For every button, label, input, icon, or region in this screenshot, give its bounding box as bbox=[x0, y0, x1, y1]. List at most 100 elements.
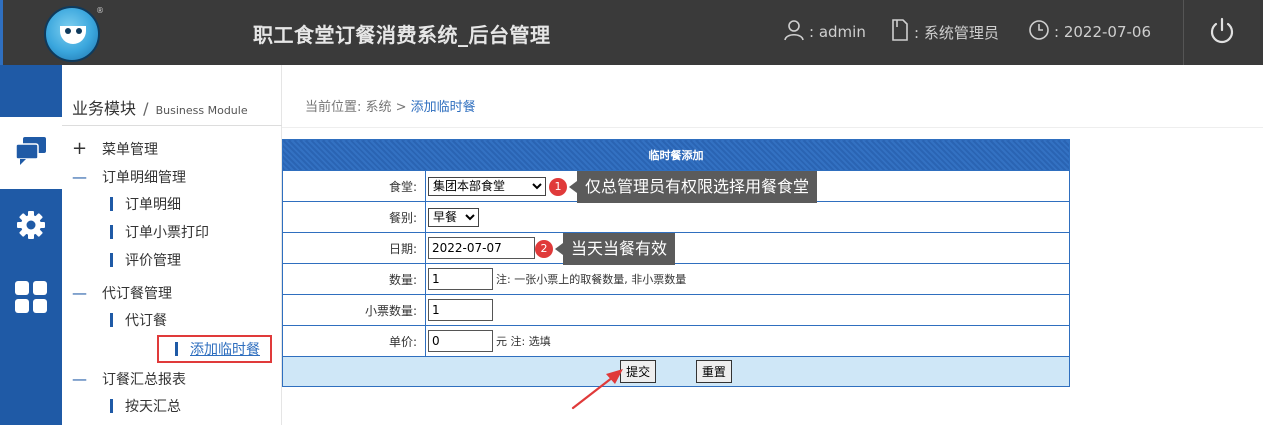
logo-eye-right bbox=[76, 28, 82, 34]
canteen-label: 食堂: bbox=[282, 170, 426, 202]
annotation-badge-1: 1 bbox=[549, 178, 567, 196]
form-row-price: 单价: 元 注: 选填 bbox=[282, 325, 1070, 357]
form-title-row: 临时餐添加 bbox=[282, 139, 1070, 171]
menu-proxy-order-management[interactable]: — 代订餐管理 bbox=[72, 283, 172, 303]
collapse-minus-icon: — bbox=[72, 370, 87, 388]
ticket-count-input[interactable] bbox=[428, 299, 493, 321]
sub-item-label: 订单明细 bbox=[125, 197, 181, 213]
menu-label: 代订餐管理 bbox=[102, 286, 172, 302]
sidebar-divider bbox=[62, 125, 282, 126]
ticket-count-cell bbox=[425, 294, 1070, 326]
menu-dish-management[interactable]: + 菜单管理 bbox=[72, 138, 158, 159]
sidebar-item-order-detail[interactable]: 订单明细 bbox=[110, 194, 181, 214]
price-note: 元 注: 选填 bbox=[496, 335, 551, 348]
form-row-meal: 餐别: 早餐 bbox=[282, 201, 1070, 233]
form-actions-row: 提交 重置 bbox=[282, 356, 1070, 387]
sub-item-label: 添加临时餐 bbox=[190, 342, 260, 358]
sub-item-label: 按天汇总 bbox=[125, 399, 181, 415]
quantity-input[interactable] bbox=[428, 268, 493, 290]
clock-icon bbox=[1028, 19, 1054, 45]
rail-item-settings[interactable] bbox=[0, 191, 62, 263]
sub-item-label: 代订餐 bbox=[125, 313, 167, 329]
sub-item-bar bbox=[110, 399, 113, 413]
header-date-text: : 2022-07-06 bbox=[1054, 23, 1151, 41]
sidebar-heading: 业务模块 / Business Module bbox=[72, 95, 248, 119]
annotation-tip-1: 仅总管理员有权限选择用餐食堂 bbox=[568, 171, 818, 203]
quantity-note: 注: 一张小票上的取餐数量, 非小票数量 bbox=[496, 273, 687, 286]
gear-icon bbox=[15, 209, 47, 245]
form-row-ticket-count: 小票数量: bbox=[282, 294, 1070, 326]
sidebar-item-daily-summary[interactable]: 按天汇总 bbox=[110, 396, 181, 416]
meal-cell: 早餐 bbox=[425, 201, 1070, 233]
annotation-arrow-icon bbox=[571, 369, 623, 410]
price-input[interactable] bbox=[428, 330, 493, 352]
header-username: : admin bbox=[809, 23, 866, 41]
expand-plus-icon: + bbox=[72, 138, 88, 159]
app-logo: ® bbox=[44, 6, 104, 62]
sub-item-label: 评价管理 bbox=[125, 253, 181, 269]
logo-face bbox=[60, 26, 86, 44]
logo-eye-left bbox=[65, 28, 71, 34]
sidebar-item-proxy-order[interactable]: 代订餐 bbox=[110, 310, 167, 330]
breadcrumb-prefix: 当前位置: 系统 > bbox=[305, 100, 411, 115]
header-accent-strip bbox=[0, 0, 3, 65]
logo-registered-mark: ® bbox=[96, 6, 104, 15]
person-icon bbox=[783, 19, 809, 45]
chat-bubbles-icon bbox=[14, 135, 48, 171]
sidebar-item-review-manage[interactable]: 评价管理 bbox=[110, 250, 181, 270]
reset-button[interactable]: 重置 bbox=[695, 360, 732, 383]
form-title: 临时餐添加 bbox=[282, 139, 1070, 171]
sub-item-bar bbox=[110, 225, 113, 239]
header-divider bbox=[1183, 0, 1184, 65]
canteen-select[interactable]: 集团本部食堂 bbox=[428, 176, 546, 196]
sub-item-bar bbox=[110, 253, 113, 267]
sidebar-heading-cn: 业务模块 bbox=[72, 99, 137, 118]
header-date: : 2022-07-06 bbox=[1028, 20, 1151, 44]
sidebar-heading-separator: / bbox=[143, 99, 149, 118]
document-icon bbox=[890, 19, 914, 45]
collapse-minus-icon: — bbox=[72, 284, 87, 302]
menu-label: 订单明细管理 bbox=[102, 170, 186, 186]
app-title: 职工食堂订餐消费系统_后台管理 bbox=[253, 23, 551, 47]
annotation-tip-2: 当天当餐有效 bbox=[554, 233, 676, 265]
menu-order-summary-report[interactable]: — 订餐汇总报表 bbox=[72, 369, 186, 389]
power-icon bbox=[1208, 17, 1236, 49]
sidebar: 业务模块 / Business Module + 菜单管理 — 订单明细管理 订单明… bbox=[62, 65, 282, 425]
quantity-cell: 注: 一张小票上的取餐数量, 非小票数量 bbox=[425, 263, 1070, 295]
form-row-quantity: 数量: 注: 一张小票上的取餐数量, 非小票数量 bbox=[282, 263, 1070, 295]
header-user: : admin bbox=[783, 20, 866, 44]
main-divider bbox=[282, 127, 1263, 128]
menu-label: 订餐汇总报表 bbox=[102, 372, 186, 388]
date-input[interactable] bbox=[428, 237, 535, 259]
header-role: : 系统管理员 bbox=[890, 19, 999, 45]
logout-button[interactable] bbox=[1205, 16, 1239, 50]
price-label: 单价: bbox=[282, 325, 426, 357]
menu-label: 菜单管理 bbox=[102, 142, 158, 158]
rail-item-apps[interactable] bbox=[0, 263, 62, 335]
sidebar-item-order-ticket-print[interactable]: 订单小票打印 bbox=[110, 222, 209, 242]
top-header: ® 职工食堂订餐消费系统_后台管理 : admin : 系统管理员 : 2022… bbox=[0, 0, 1263, 65]
grid-icon bbox=[14, 280, 48, 318]
menu-order-detail-management[interactable]: — 订单明细管理 bbox=[72, 167, 186, 187]
ticket-count-label: 小票数量: bbox=[282, 294, 426, 326]
collapse-minus-icon: — bbox=[72, 168, 87, 186]
price-cell: 元 注: 选填 bbox=[425, 325, 1070, 357]
date-label: 日期: bbox=[282, 232, 426, 264]
breadcrumb-current: 添加临时餐 bbox=[410, 100, 476, 115]
sub-item-label: 订单小票打印 bbox=[125, 225, 209, 241]
breadcrumb: 当前位置: 系统 > 添加临时餐 bbox=[305, 96, 476, 115]
meal-label: 餐别: bbox=[282, 201, 426, 233]
icon-rail bbox=[0, 65, 62, 425]
sub-item-bar bbox=[110, 313, 113, 327]
sidebar-heading-en: Business Module bbox=[155, 104, 248, 117]
sidebar-item-add-temp-meal[interactable]: 添加临时餐 bbox=[157, 335, 272, 363]
date-cell bbox=[425, 232, 1070, 264]
sub-item-bar bbox=[175, 342, 178, 356]
header-role-text: : 系统管理员 bbox=[914, 23, 999, 42]
quantity-label: 数量: bbox=[282, 263, 426, 295]
rail-item-business[interactable] bbox=[0, 117, 62, 189]
form-actions: 提交 重置 bbox=[282, 356, 1070, 387]
meal-select[interactable]: 早餐 bbox=[428, 207, 479, 227]
annotation-badge-2: 2 bbox=[535, 240, 553, 258]
form-row-date: 日期: bbox=[282, 232, 1070, 264]
